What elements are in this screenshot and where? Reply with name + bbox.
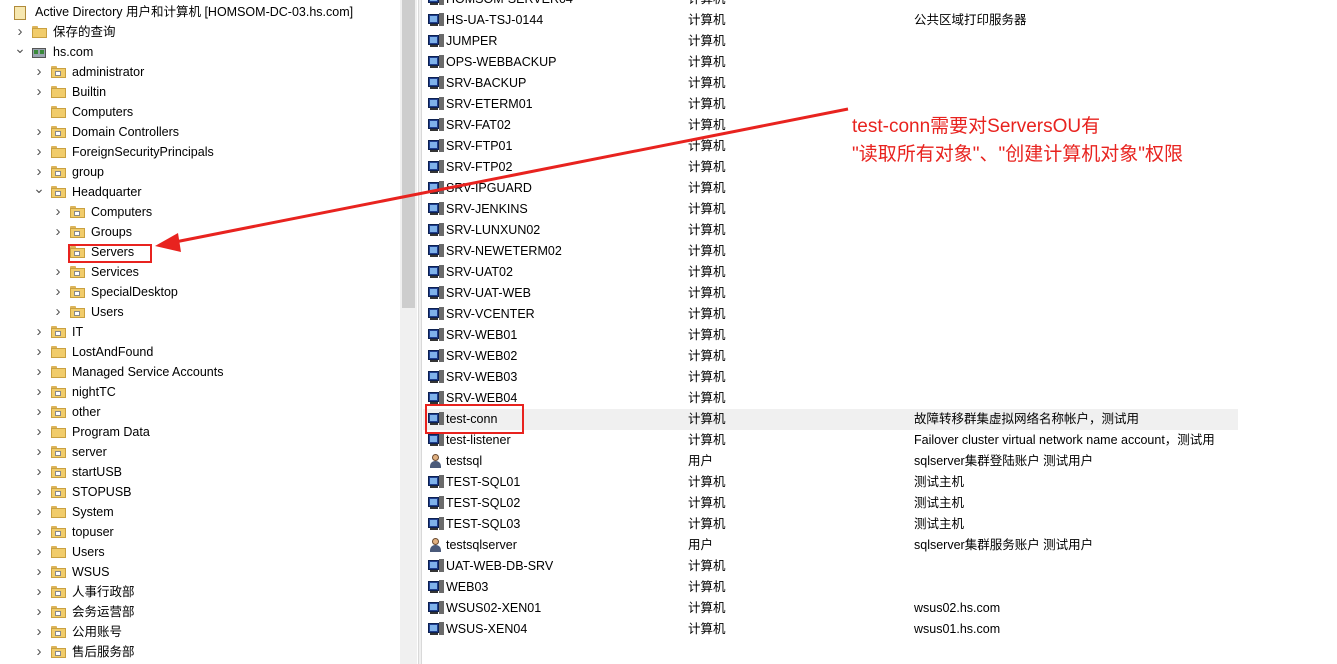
annotation-line-1: test-conn需要对ServersOU有 bbox=[852, 116, 1101, 137]
annotation-arrow bbox=[155, 107, 849, 252]
arrow-shaft bbox=[169, 107, 849, 245]
arrow-head bbox=[155, 233, 181, 252]
annotation-line-2: "读取所有对象"、"创建计算机对象"权限 bbox=[852, 144, 1183, 165]
annotation-text: test-conn需要对ServersOU有 "读取所有对象"、"创建计算机对象… bbox=[852, 113, 1183, 169]
